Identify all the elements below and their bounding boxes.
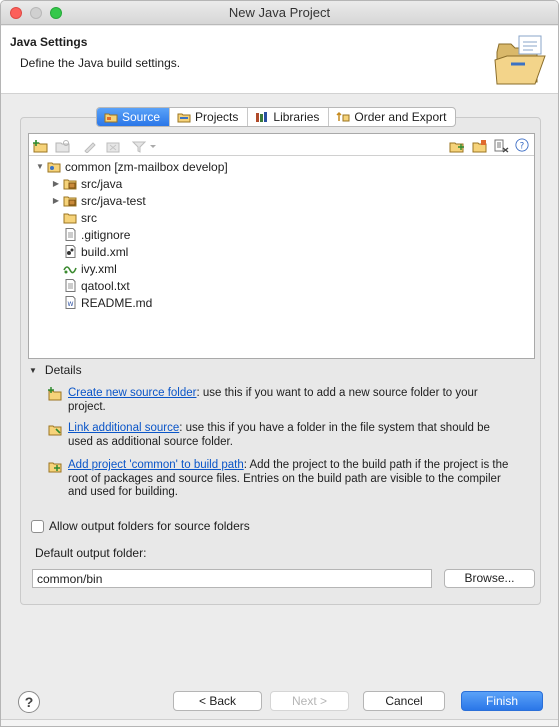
java-project-icon: [47, 162, 61, 173]
tab-projects[interactable]: Projects: [170, 108, 249, 126]
page-description: Define the Java build settings.: [20, 56, 181, 70]
allow-output-folders-label: Allow output folders for source folders: [49, 519, 250, 533]
tree-root-row[interactable]: ▼ common [zm-mailbox develop]: [35, 158, 228, 175]
underlying-window-edge: [1, 719, 558, 726]
tree-item[interactable]: .gitignore: [61, 226, 130, 243]
tab-projects-label: Projects: [195, 110, 239, 124]
expand-all-icon[interactable]: [449, 139, 465, 153]
projects-icon: [177, 113, 191, 123]
tree-item[interactable]: ▶ src/java-test: [51, 192, 146, 209]
edit-icon: [84, 142, 96, 153]
new-source-folder-icon: [48, 387, 62, 401]
finish-button[interactable]: Finish: [461, 691, 543, 711]
tab-order-export-label: Order and Export: [354, 110, 447, 124]
browse-button[interactable]: Browse...: [444, 569, 535, 588]
tree-item-label: src/java-test: [81, 193, 146, 208]
tab-bar: Source Projects Libraries Order and Expo…: [96, 107, 457, 127]
back-button[interactable]: < Back: [173, 691, 262, 711]
add-to-build-path-icon: [48, 462, 62, 473]
detail-create-source-folder: Create new source folder: use this if yo…: [48, 387, 518, 414]
tree-item-label: qatool.txt: [81, 278, 130, 293]
markdown-file-icon: W: [65, 296, 76, 309]
source-folder-icon: [104, 113, 118, 123]
details-toggle[interactable]: ▼ Details: [29, 363, 82, 377]
tree-item-label: src/java: [81, 176, 123, 191]
tree-item[interactable]: W README.md: [61, 294, 152, 311]
title-bar: New Java Project: [1, 1, 558, 25]
folder-icon: [63, 213, 77, 224]
help-circle-icon[interactable]: ?: [514, 138, 530, 152]
libraries-icon: [256, 112, 268, 122]
text-file-icon: [65, 228, 76, 241]
expand-triangle-icon[interactable]: ▶: [51, 179, 61, 188]
ivy-file-icon: [63, 266, 77, 274]
link-source-folder-icon: [48, 425, 62, 436]
text-file-icon: [65, 279, 76, 292]
package-folder-icon: [63, 196, 77, 207]
details-label: Details: [44, 363, 82, 377]
link-source-icon: [55, 140, 70, 153]
tree-item[interactable]: build.xml: [61, 243, 128, 260]
remove-icon: [106, 142, 120, 153]
svg-text:W: W: [68, 301, 74, 308]
tree-item-label: ivy.xml: [81, 261, 117, 276]
minimize-window-button[interactable]: [30, 7, 42, 19]
tab-source[interactable]: Source: [97, 108, 171, 126]
detail-add-to-build-path: Add project 'common' to build path: Add …: [48, 459, 518, 500]
svg-text:?: ?: [520, 142, 525, 152]
new-java-project-dialog: New Java Project Java Settings Define th…: [0, 0, 559, 727]
collapse-triangle-icon[interactable]: ▼: [35, 162, 45, 171]
tab-libraries-label: Libraries: [273, 110, 320, 124]
tree-root-label: common [zm-mailbox develop]: [65, 159, 228, 174]
tree-item[interactable]: ivy.xml: [61, 260, 117, 277]
allow-output-folders-checkbox[interactable]: [31, 519, 44, 533]
add-folder-icon[interactable]: [33, 139, 49, 153]
tree-item-label: src: [81, 210, 97, 225]
tab-order-export[interactable]: Order and Export: [329, 108, 455, 126]
close-window-button[interactable]: [10, 7, 22, 19]
tree-item[interactable]: ▶ src/java: [51, 175, 122, 192]
order-export-icon: [336, 111, 350, 122]
detail-link-additional-source: Link additional source: use this if you …: [48, 422, 518, 449]
page-title: Java Settings: [10, 35, 88, 49]
allow-output-folders-option[interactable]: Allow output folders for source folders: [31, 519, 250, 533]
cancel-button[interactable]: Cancel: [363, 691, 445, 711]
add-project-build-path-link[interactable]: Add project 'common' to build path: [68, 459, 244, 471]
default-output-folder-label: Default output folder:: [35, 546, 147, 560]
filter-dropdown-icon: [131, 141, 156, 153]
help-button[interactable]: ?: [18, 691, 40, 713]
java-project-folder-icon: [494, 35, 546, 85]
default-output-folder-input[interactable]: [32, 569, 432, 588]
wizard-header: Java Settings Define the Java build sett…: [1, 26, 558, 94]
tree-item-label: build.xml: [81, 244, 129, 259]
add-source-root-icon[interactable]: [472, 139, 488, 153]
tree-item[interactable]: qatool.txt: [61, 277, 130, 294]
ant-file-icon: [65, 245, 76, 258]
tree-item-label: .gitignore: [81, 227, 131, 242]
collapse-triangle-icon[interactable]: ▼: [29, 366, 37, 375]
expand-triangle-icon[interactable]: ▶: [51, 196, 61, 205]
create-source-folder-link[interactable]: Create new source folder: [68, 387, 196, 399]
package-folder-icon: [63, 179, 77, 190]
toolbar-divider: [29, 155, 534, 156]
tree-item-label: README.md: [81, 295, 153, 310]
tree-item[interactable]: src: [61, 209, 97, 226]
source-folder-tree[interactable]: ? ▼ common [zm-mailbox develop] ▶ src/ja…: [28, 133, 535, 359]
maximize-window-button[interactable]: [50, 7, 62, 19]
link-additional-source-link[interactable]: Link additional source: [68, 422, 179, 434]
next-button: Next >: [270, 691, 349, 711]
tab-libraries[interactable]: Libraries: [248, 108, 330, 126]
tab-source-label: Source: [122, 110, 161, 124]
configure-icon[interactable]: [493, 139, 509, 153]
window-title: New Java Project: [228, 5, 331, 20]
